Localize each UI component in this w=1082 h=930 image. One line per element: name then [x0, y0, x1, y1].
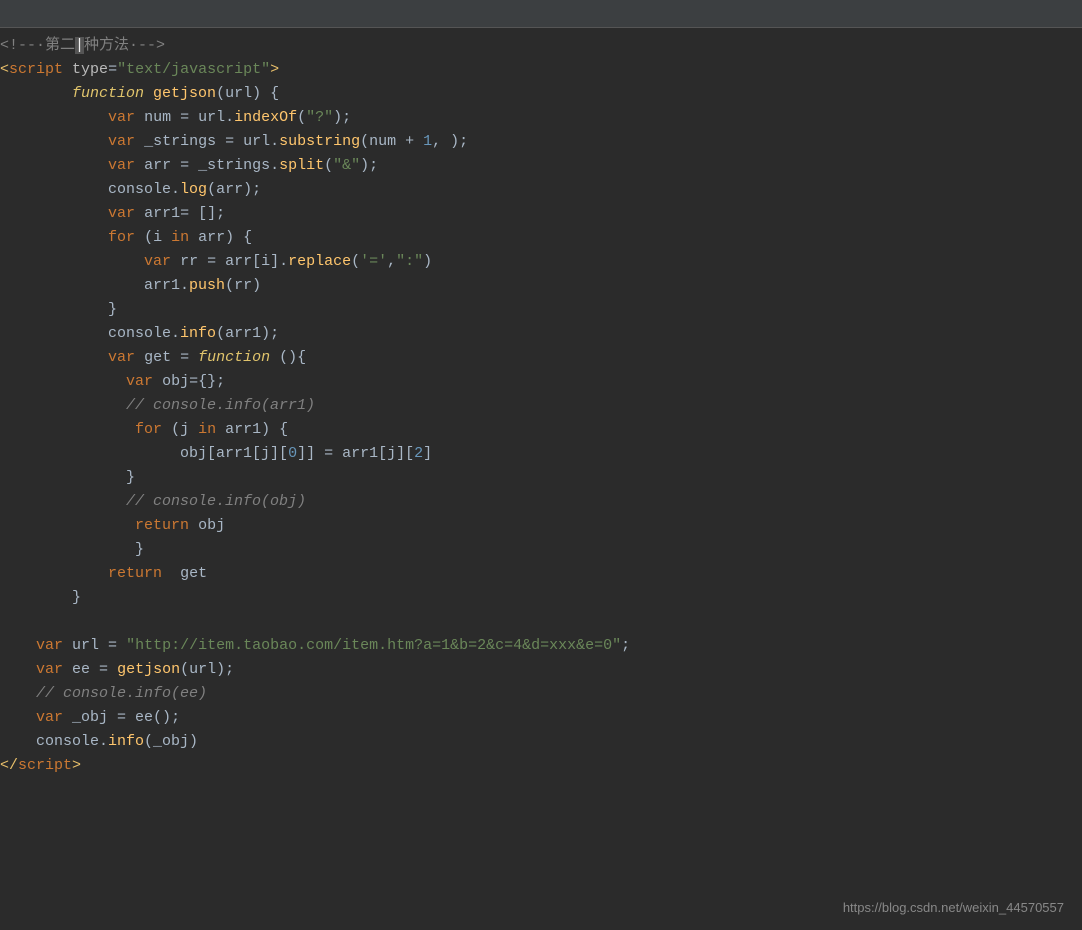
code-line: var get = function (){ — [0, 346, 1082, 370]
code-line: var ee = getjson(url); — [0, 658, 1082, 682]
code-line: var arr = _strings.split("&"); — [0, 154, 1082, 178]
watermark: https://blog.csdn.net/weixin_44570557 — [843, 898, 1064, 918]
code-line: var obj={}; — [0, 370, 1082, 394]
code-line: <!--·第二|种方法·--> — [0, 34, 1082, 58]
code-line: } — [0, 586, 1082, 610]
code-line: console.log(arr); — [0, 178, 1082, 202]
code-line — [0, 610, 1082, 634]
code-line: for (i in arr) { — [0, 226, 1082, 250]
code-line: var _obj = ee(); — [0, 706, 1082, 730]
code-line: return get — [0, 562, 1082, 586]
code-container: <!--·第二|种方法·--><script type="text/javasc… — [0, 0, 1082, 930]
code-line: <script type="text/javascript"> — [0, 58, 1082, 82]
code-line: } — [0, 298, 1082, 322]
code-line: </script> — [0, 754, 1082, 778]
code-line: for (j in arr1) { — [0, 418, 1082, 442]
code-line: // console.info(obj) — [0, 490, 1082, 514]
code-line: // console.info(ee) — [0, 682, 1082, 706]
code-area: <!--·第二|种方法·--><script type="text/javasc… — [0, 28, 1082, 784]
code-line: console.info(arr1); — [0, 322, 1082, 346]
code-line: function getjson(url) { — [0, 82, 1082, 106]
code-line: // console.info(arr1) — [0, 394, 1082, 418]
code-line: var arr1= []; — [0, 202, 1082, 226]
code-line: } — [0, 538, 1082, 562]
code-line: return obj — [0, 514, 1082, 538]
code-line: } — [0, 466, 1082, 490]
code-line: obj[arr1[j][0]] = arr1[j][2] — [0, 442, 1082, 466]
code-line: arr1.push(rr) — [0, 274, 1082, 298]
header-bar — [0, 0, 1082, 28]
code-line: var url = "http://item.taobao.com/item.h… — [0, 634, 1082, 658]
code-line: var num = url.indexOf("?"); — [0, 106, 1082, 130]
code-line: console.info(_obj) — [0, 730, 1082, 754]
code-line: var _strings = url.substring(num + 1, ); — [0, 130, 1082, 154]
code-line: var rr = arr[i].replace('=',":") — [0, 250, 1082, 274]
